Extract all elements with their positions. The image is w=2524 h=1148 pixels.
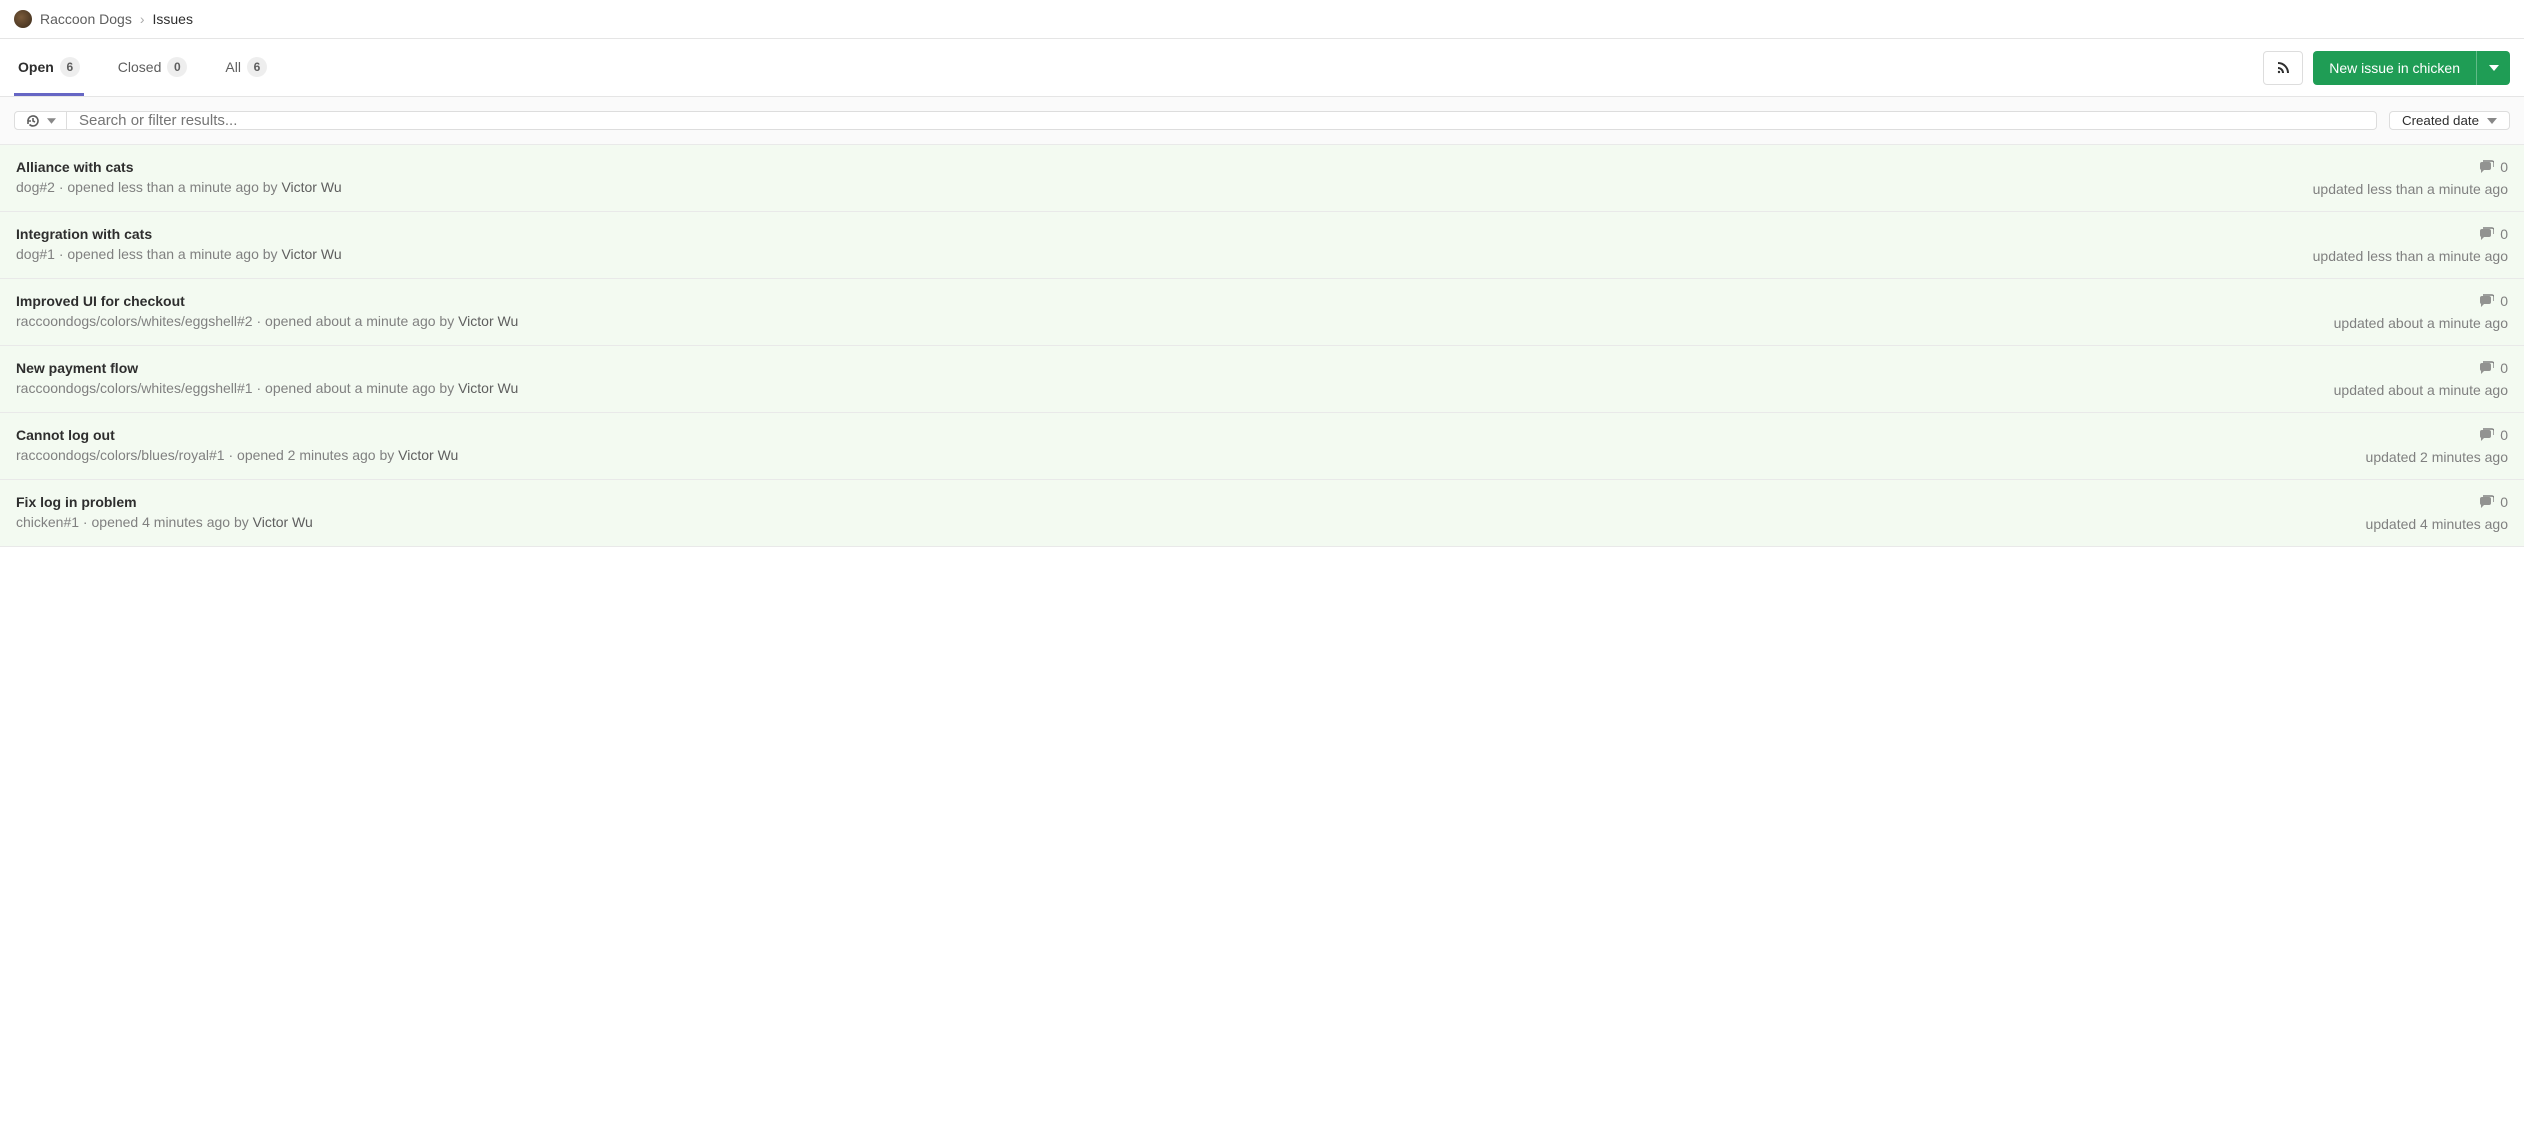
issues-list: Alliance with cats dog#2 · opened less th… <box>0 145 2524 547</box>
issue-opened: opened less than a minute ago by <box>67 179 277 195</box>
issue-meta: dog#2 · opened less than a minute ago by… <box>16 179 342 195</box>
issue-meta: raccoondogs/colors/whites/eggshell#2 · o… <box>16 313 518 329</box>
issue-comments[interactable]: 0 <box>2334 360 2508 376</box>
issue-title[interactable]: Improved UI for checkout <box>16 293 518 309</box>
issue-row[interactable]: Improved UI for checkout raccoondogs/colo… <box>0 279 2524 346</box>
new-issue-split-button: New issue in chicken <box>2313 51 2510 85</box>
sort-label: Created date <box>2402 113 2479 128</box>
rss-icon <box>2275 60 2291 76</box>
issue-comments-count: 0 <box>2500 494 2508 510</box>
history-icon <box>25 113 41 129</box>
chevron-down-icon <box>2487 118 2497 124</box>
issue-updated: updated about a minute ago <box>2334 382 2508 398</box>
issue-comments-count: 0 <box>2500 360 2508 376</box>
tab-all-count: 6 <box>247 57 267 77</box>
tab-closed-label: Closed <box>118 59 162 75</box>
issue-meta: dog#1 · opened less than a minute ago by… <box>16 246 342 262</box>
tab-closed[interactable]: Closed 0 <box>114 39 192 96</box>
issue-ref[interactable]: raccoondogs/colors/blues/royal#1 <box>16 447 225 463</box>
issue-title[interactable]: Fix log in problem <box>16 494 313 510</box>
issue-comments[interactable]: 0 <box>2366 494 2508 510</box>
new-issue-button[interactable]: New issue in chicken <box>2313 51 2476 85</box>
comments-icon <box>2478 227 2494 241</box>
tab-bar: Open 6 Closed 0 All 6 New issue in chick… <box>0 39 2524 97</box>
issue-author[interactable]: Victor Wu <box>398 447 458 463</box>
issue-title[interactable]: Cannot log out <box>16 427 458 443</box>
issue-ref[interactable]: chicken#1 <box>16 514 79 530</box>
issue-opened: opened 4 minutes ago by <box>92 514 249 530</box>
search-wrap <box>14 111 2377 130</box>
issue-ref[interactable]: raccoondogs/colors/whites/eggshell#2 <box>16 313 253 329</box>
issue-comments[interactable]: 0 <box>2313 159 2508 175</box>
chevron-down-icon <box>47 118 56 124</box>
issue-author[interactable]: Victor Wu <box>281 179 341 195</box>
tab-all[interactable]: All 6 <box>221 39 271 96</box>
issue-row[interactable]: Fix log in problem chicken#1 · opened 4 m… <box>0 480 2524 547</box>
comments-icon <box>2478 495 2494 509</box>
caret-down-icon <box>2489 65 2499 71</box>
tab-closed-count: 0 <box>167 57 187 77</box>
issue-updated: updated less than a minute ago <box>2313 181 2508 197</box>
tab-open-count: 6 <box>60 57 80 77</box>
issue-comments[interactable]: 0 <box>2366 427 2508 443</box>
issue-comments-count: 0 <box>2500 427 2508 443</box>
issue-comments[interactable]: 0 <box>2334 293 2508 309</box>
issue-comments-count: 0 <box>2500 293 2508 309</box>
comments-icon <box>2478 428 2494 442</box>
breadcrumb-separator: › <box>140 11 145 27</box>
issue-updated: updated less than a minute ago <box>2313 248 2508 264</box>
issue-comments-count: 0 <box>2500 159 2508 175</box>
breadcrumb-current: Issues <box>153 11 193 27</box>
filter-bar: Created date <box>0 97 2524 145</box>
tab-open[interactable]: Open 6 <box>14 39 84 96</box>
issue-updated: updated 2 minutes ago <box>2366 449 2508 465</box>
issue-updated: updated about a minute ago <box>2334 315 2508 331</box>
issue-updated: updated 4 minutes ago <box>2366 516 2508 532</box>
issue-title[interactable]: New payment flow <box>16 360 518 376</box>
breadcrumb: Raccoon Dogs › Issues <box>0 0 2524 39</box>
issue-row[interactable]: New payment flow raccoondogs/colors/white… <box>0 346 2524 413</box>
issue-title[interactable]: Integration with cats <box>16 226 342 242</box>
issue-row[interactable]: Integration with cats dog#1 · opened less… <box>0 212 2524 279</box>
issue-meta: raccoondogs/colors/blues/royal#1 · opene… <box>16 447 458 463</box>
comments-icon <box>2478 294 2494 308</box>
issue-comments[interactable]: 0 <box>2313 226 2508 242</box>
new-issue-dropdown[interactable] <box>2476 51 2510 85</box>
issue-author[interactable]: Victor Wu <box>458 380 518 396</box>
issue-opened: opened 2 minutes ago by <box>237 447 394 463</box>
comments-icon <box>2478 160 2494 174</box>
comments-icon <box>2478 361 2494 375</box>
search-history-button[interactable] <box>14 111 67 130</box>
issue-author[interactable]: Victor Wu <box>458 313 518 329</box>
issue-meta: chicken#1 · opened 4 minutes ago by Vict… <box>16 514 313 530</box>
issue-author[interactable]: Victor Wu <box>253 514 313 530</box>
tab-open-label: Open <box>18 59 54 75</box>
issue-row[interactable]: Cannot log out raccoondogs/colors/blues/r… <box>0 413 2524 480</box>
issue-opened: opened less than a minute ago by <box>67 246 277 262</box>
issue-author[interactable]: Victor Wu <box>281 246 341 262</box>
issue-ref[interactable]: dog#1 <box>16 246 55 262</box>
search-input[interactable] <box>67 111 2377 130</box>
issue-ref[interactable]: dog#2 <box>16 179 55 195</box>
sort-dropdown[interactable]: Created date <box>2389 111 2510 130</box>
issue-title[interactable]: Alliance with cats <box>16 159 342 175</box>
issue-opened: opened about a minute ago by <box>265 313 454 329</box>
breadcrumb-group[interactable]: Raccoon Dogs <box>40 11 132 27</box>
issue-row[interactable]: Alliance with cats dog#2 · opened less th… <box>0 145 2524 212</box>
rss-button[interactable] <box>2263 51 2303 85</box>
group-avatar <box>14 10 32 28</box>
issue-ref[interactable]: raccoondogs/colors/whites/eggshell#1 <box>16 380 253 396</box>
issue-comments-count: 0 <box>2500 226 2508 242</box>
issue-meta: raccoondogs/colors/whites/eggshell#1 · o… <box>16 380 518 396</box>
issue-opened: opened about a minute ago by <box>265 380 454 396</box>
tab-all-label: All <box>225 59 241 75</box>
